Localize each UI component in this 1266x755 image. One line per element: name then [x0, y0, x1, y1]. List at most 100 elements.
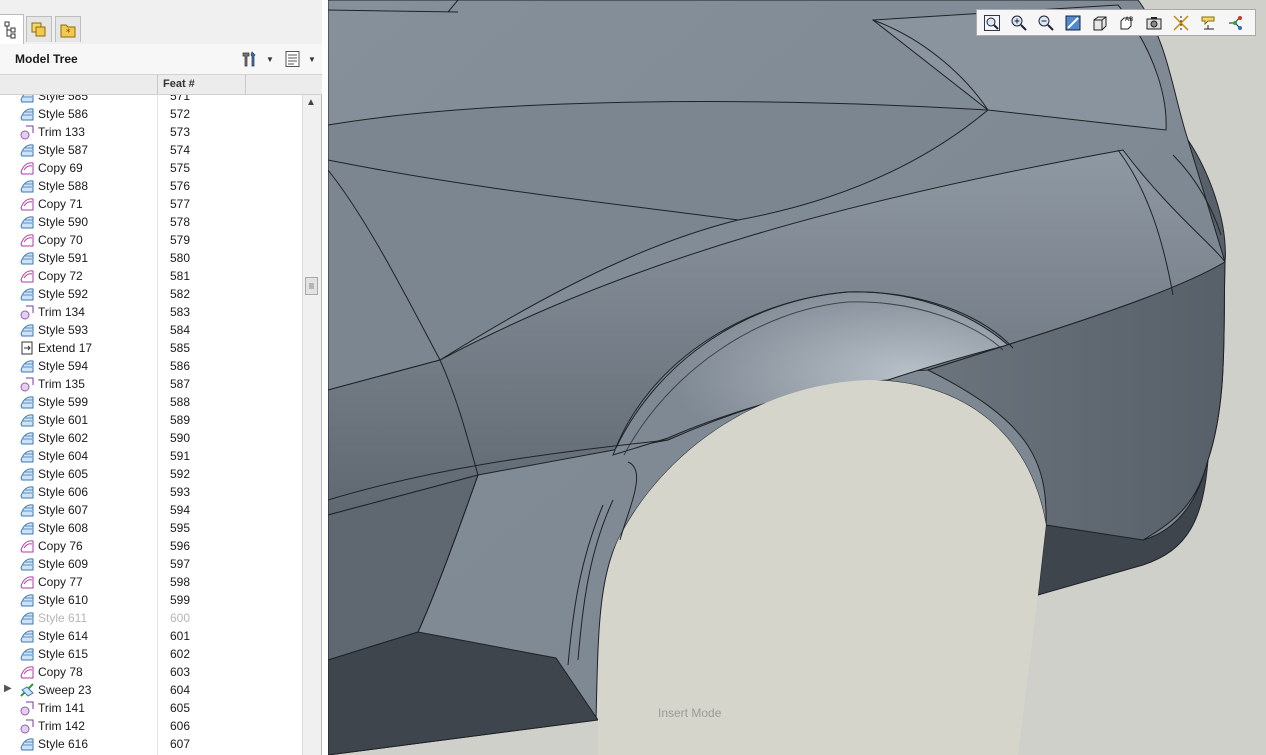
feature-number: 599	[170, 593, 191, 607]
tree-row[interactable]: Trim 134 583	[0, 303, 302, 321]
tree-row[interactable]: Style 587 574	[0, 141, 302, 159]
scroll-thumb[interactable]	[305, 277, 318, 295]
tree-row[interactable]: Extend 17 585	[0, 339, 302, 357]
feature-number: 597	[170, 557, 191, 571]
copy-feature-icon	[20, 162, 34, 175]
expand-arrow-icon[interactable]: ▶	[4, 683, 12, 694]
tree-row[interactable]: Style 599 588	[0, 393, 302, 411]
trim-feature-icon	[20, 701, 34, 716]
tree-vertical-scrollbar[interactable]: ▲	[302, 95, 321, 755]
trim-feature-icon	[20, 125, 34, 140]
style-feature-icon	[20, 432, 34, 445]
tree-row[interactable]: Style 608 595	[0, 519, 302, 537]
tree-row[interactable]: Copy 71 577	[0, 195, 302, 213]
feature-name: Style 605	[38, 467, 89, 481]
settings-menu-button[interactable]: ▼	[240, 49, 274, 69]
tree-row[interactable]: Copy 77 598	[0, 573, 302, 591]
favorites-icon: *	[60, 24, 76, 38]
view-toolbar: AB	[976, 9, 1256, 36]
feature-name: Copy 78	[38, 665, 83, 679]
zoom-out-button[interactable]	[1034, 12, 1058, 34]
tab-layers[interactable]	[26, 16, 52, 42]
feature-name: Style 592	[38, 287, 89, 301]
tree-row[interactable]: Style 586 572	[0, 105, 302, 123]
trim-feature-icon	[20, 377, 34, 392]
list-icon	[285, 51, 300, 67]
feature-name: Style 591	[38, 251, 89, 265]
tab-favorites[interactable]: *	[55, 16, 81, 42]
tree-row[interactable]: Trim 133 573	[0, 123, 302, 141]
tree-row[interactable]: Copy 70 579	[0, 231, 302, 249]
display-style-button[interactable]	[1088, 12, 1112, 34]
feature-name: Copy 69	[38, 161, 83, 175]
tree-row[interactable]: Style 592 582	[0, 285, 302, 303]
tree-row[interactable]: Style 606 593	[0, 483, 302, 501]
feature-name: Style 599	[38, 395, 89, 409]
style-feature-icon	[20, 144, 34, 157]
feature-number: 583	[170, 305, 191, 319]
tree-row[interactable]: Style 585 571	[0, 95, 302, 105]
feature-name: Trim 142	[38, 719, 85, 733]
feature-name: Style 588	[38, 179, 89, 193]
annotation-display-button[interactable]	[1196, 12, 1220, 34]
navigator-tab-strip: *	[0, 0, 322, 45]
tree-row[interactable]: Style 602 590	[0, 429, 302, 447]
tree-row[interactable]: Trim 135 587	[0, 375, 302, 393]
feature-number: 577	[170, 197, 191, 211]
tree-row[interactable]: Style 593 584	[0, 321, 302, 339]
spin-center-icon	[1229, 15, 1242, 30]
graphics-viewport[interactable]: Insert Mode	[328, 0, 1266, 755]
tree-row[interactable]: Style 609 597	[0, 555, 302, 573]
refit-button[interactable]	[980, 12, 1004, 34]
style-feature-icon	[20, 95, 34, 103]
tree-row[interactable]: Style 604 591	[0, 447, 302, 465]
tree-row[interactable]: Trim 141 605	[0, 699, 302, 717]
feature-name: Style 611	[38, 611, 88, 625]
feature-number: 603	[170, 665, 191, 679]
chevron-down-icon: ▼	[266, 54, 274, 64]
tree-row[interactable]: Style 594 586	[0, 357, 302, 375]
tree-row[interactable]: Style 590 578	[0, 213, 302, 231]
tree-row[interactable]: Copy 72 581	[0, 267, 302, 285]
tree-row[interactable]: Style 605 592	[0, 465, 302, 483]
feat-column-header[interactable]: Feat #	[163, 78, 195, 90]
feature-number: 580	[170, 251, 191, 265]
datum-display-button[interactable]	[1169, 12, 1193, 34]
feature-number: 605	[170, 701, 191, 715]
feature-number: 586	[170, 359, 191, 373]
repaint-button[interactable]	[1061, 12, 1085, 34]
tree-row[interactable]: Style 591 580	[0, 249, 302, 267]
annotation-display-icon	[1201, 16, 1215, 29]
scroll-up-arrow-icon[interactable]: ▲	[306, 97, 316, 108]
tree-row[interactable]: Style 611 600	[0, 609, 302, 627]
feature-name: Style 610	[38, 593, 89, 607]
svg-text:AB: AB	[1125, 16, 1133, 23]
chevron-down-icon: ▼	[308, 54, 316, 64]
show-menu-button[interactable]: ▼	[284, 49, 316, 69]
tree-row[interactable]: Style 610 599	[0, 591, 302, 609]
tree-row[interactable]: Copy 69 575	[0, 159, 302, 177]
tree-row[interactable]: Copy 76 596	[0, 537, 302, 555]
tree-row[interactable]: Style 607 594	[0, 501, 302, 519]
tree-row[interactable]: Copy 78 603	[0, 663, 302, 681]
named-views-button[interactable]	[1142, 12, 1166, 34]
sweep-feature-icon	[20, 683, 34, 697]
spin-center-button[interactable]	[1223, 12, 1247, 34]
style-feature-icon	[20, 486, 34, 499]
tree-row[interactable]: Style 588 576	[0, 177, 302, 195]
tree-row[interactable]: Style 616 607	[0, 735, 302, 753]
tree-row[interactable]: Style 615 602	[0, 645, 302, 663]
tree-row[interactable]: Trim 142 606	[0, 717, 302, 735]
feature-number: 607	[170, 737, 191, 751]
tree-row[interactable]: Style 614 601	[0, 627, 302, 645]
saved-views-button[interactable]: AB	[1115, 12, 1139, 34]
zoom-in-button[interactable]	[1007, 12, 1031, 34]
feature-number: 590	[170, 431, 191, 445]
tree-row[interactable]: ▶ Sweep 23 604	[0, 681, 302, 699]
feature-number: 582	[170, 287, 191, 301]
feature-name: Style 609	[38, 557, 89, 571]
tree-row[interactable]: Style 601 589	[0, 411, 302, 429]
tab-model-tree[interactable]	[0, 14, 24, 45]
feature-name: Copy 77	[38, 575, 83, 589]
zoom-in-icon	[1011, 15, 1027, 31]
